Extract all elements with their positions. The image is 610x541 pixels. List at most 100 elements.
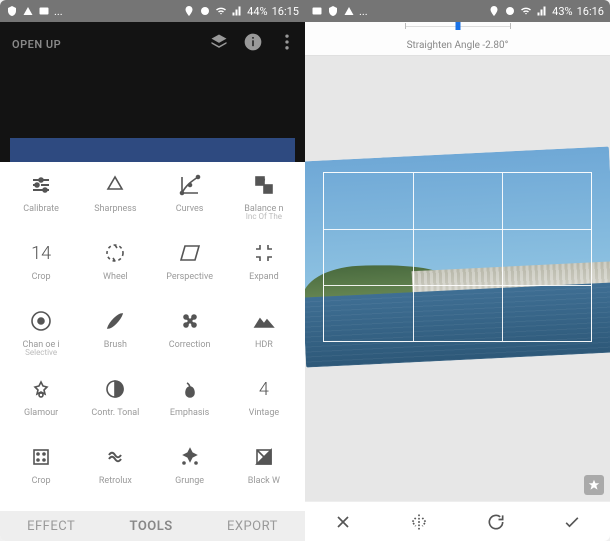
- hdr-icon: [251, 308, 277, 334]
- straighten-stage: Straighten Angle -2.80°: [305, 22, 610, 541]
- expand-icon: [251, 240, 277, 266]
- crop-grid: [323, 172, 592, 342]
- cast-icon: [38, 5, 50, 17]
- layers-icon[interactable]: [209, 32, 229, 52]
- info-icon[interactable]: [243, 32, 263, 52]
- grunge-icon: [177, 444, 203, 470]
- rotate-button[interactable]: [484, 510, 508, 534]
- nfc-icon: [199, 5, 211, 17]
- angle-indicator: [455, 22, 460, 30]
- favorite-button[interactable]: [584, 475, 604, 495]
- tool-wheel[interactable]: Wheel: [78, 240, 152, 308]
- tool-label: Wheel: [103, 272, 128, 282]
- angle-ruler[interactable]: Straighten Angle -2.80°: [305, 22, 610, 56]
- tool-glamour[interactable]: Glamour: [4, 376, 78, 444]
- crop-icon: 14: [28, 240, 54, 266]
- tool-expand[interactable]: Expand: [227, 240, 301, 308]
- confirm-button[interactable]: [560, 510, 584, 534]
- battery-text: 44%: [247, 5, 267, 18]
- tool-label: Retrolux: [99, 476, 132, 486]
- tool-label: Calibrate: [23, 204, 59, 214]
- location-icon: [183, 5, 195, 17]
- crop2-icon: [28, 444, 54, 470]
- bottom-toolbar: [305, 501, 610, 541]
- right-phone: ... 43% 16:16 Straighten Angle -: [305, 0, 610, 541]
- tool-retrolux[interactable]: Retrolux: [78, 444, 152, 511]
- brush-icon: [102, 308, 128, 334]
- tool-crop2[interactable]: Crop: [4, 444, 78, 511]
- tool-brush[interactable]: Brush: [78, 308, 152, 376]
- vintage-icon: 4: [251, 376, 277, 402]
- tool-bw[interactable]: Black W: [227, 444, 301, 511]
- calibrate-icon: [28, 172, 54, 198]
- sharpness-icon: [102, 172, 128, 198]
- tool-label: Glamour: [24, 408, 58, 418]
- tool-label: Perspective: [166, 272, 213, 282]
- triangle-icon: [343, 5, 355, 17]
- tool-calibrate[interactable]: Calibrate: [4, 172, 78, 240]
- tool-label: HDR: [255, 340, 273, 350]
- more-indicator: ...: [359, 5, 368, 18]
- tool-balance[interactable]: WBBalance nInc Of The: [227, 172, 301, 240]
- tool-label: Contr. Tonal: [91, 408, 139, 418]
- angle-label: Straighten Angle -2.80°: [305, 40, 610, 51]
- triangle-icon: [22, 5, 34, 17]
- tool-emphasis[interactable]: Emphasis: [153, 376, 227, 444]
- nfc-icon: [504, 5, 516, 17]
- signal-icon: [231, 5, 243, 17]
- tool-tonal[interactable]: Contr. Tonal: [78, 376, 152, 444]
- tool-label: Crop: [32, 272, 51, 282]
- status-bar: ... 43% 16:16: [305, 0, 610, 22]
- balance-icon: WB: [251, 172, 277, 198]
- tool-curves[interactable]: Curves: [153, 172, 227, 240]
- tool-label: Vintage: [249, 408, 280, 418]
- tool-hdr[interactable]: HDR: [227, 308, 301, 376]
- tool-crop[interactable]: 14 Crop: [4, 240, 78, 308]
- tool-label: Grunge: [175, 476, 204, 486]
- curves-icon: [177, 172, 203, 198]
- time-text: 16:16: [577, 5, 604, 18]
- svg-text:B: B: [267, 187, 271, 194]
- tool-label: Correction: [169, 340, 211, 350]
- more-indicator: ...: [54, 5, 63, 18]
- tool-label: Emphasis: [170, 408, 209, 418]
- app-header: OPEN UP: [0, 22, 305, 162]
- retrolux-icon: [102, 444, 128, 470]
- wheel-icon: [102, 240, 128, 266]
- tool-sublabel: Selective: [25, 348, 57, 357]
- battery-text: 43%: [552, 5, 572, 18]
- left-phone: ... 44% 16:15 OPEN UP CalibrateSharpne: [0, 0, 305, 541]
- tools-panel: Calibrate Sharpness Curves WBBalance nInc O…: [0, 162, 305, 511]
- emphasis-icon: [177, 376, 203, 402]
- signal-icon: [536, 5, 548, 17]
- status-bar: ... 44% 16:15: [0, 0, 305, 22]
- tool-sharpness[interactable]: Sharpness: [78, 172, 152, 240]
- cancel-button[interactable]: [331, 510, 355, 534]
- tool-label: Sharpness: [94, 204, 136, 214]
- tab-tools[interactable]: TOOLS: [130, 519, 173, 534]
- tab-export[interactable]: EXPORT: [227, 519, 278, 534]
- tool-correction[interactable]: Correction: [153, 308, 227, 376]
- image-icon: [311, 5, 323, 17]
- tool-label: Curves: [176, 204, 204, 214]
- shield-icon: [327, 5, 339, 17]
- tool-sublabel: Inc Of The: [246, 212, 282, 221]
- tool-label: Crop: [32, 476, 51, 486]
- tool-label: Expand: [249, 272, 279, 282]
- tool-selective[interactable]: Chan oe iSelective: [4, 308, 78, 376]
- bottom-tabs: EFFECT TOOLS EXPORT: [0, 511, 305, 541]
- tool-grunge[interactable]: Grunge: [153, 444, 227, 511]
- tab-effect[interactable]: EFFECT: [27, 519, 75, 534]
- photo-preview[interactable]: [309, 162, 606, 352]
- wifi-icon: [520, 5, 532, 17]
- wifi-icon: [215, 5, 227, 17]
- more-icon[interactable]: [277, 32, 297, 52]
- glamour-icon: [28, 376, 54, 402]
- selective-icon: [28, 308, 54, 334]
- shield-icon: [6, 5, 18, 17]
- bw-icon: [251, 444, 277, 470]
- tool-vintage[interactable]: 4 Vintage: [227, 376, 301, 444]
- tool-perspective[interactable]: Perspective: [153, 240, 227, 308]
- flip-button[interactable]: [407, 510, 431, 534]
- tool-label: Brush: [104, 340, 127, 350]
